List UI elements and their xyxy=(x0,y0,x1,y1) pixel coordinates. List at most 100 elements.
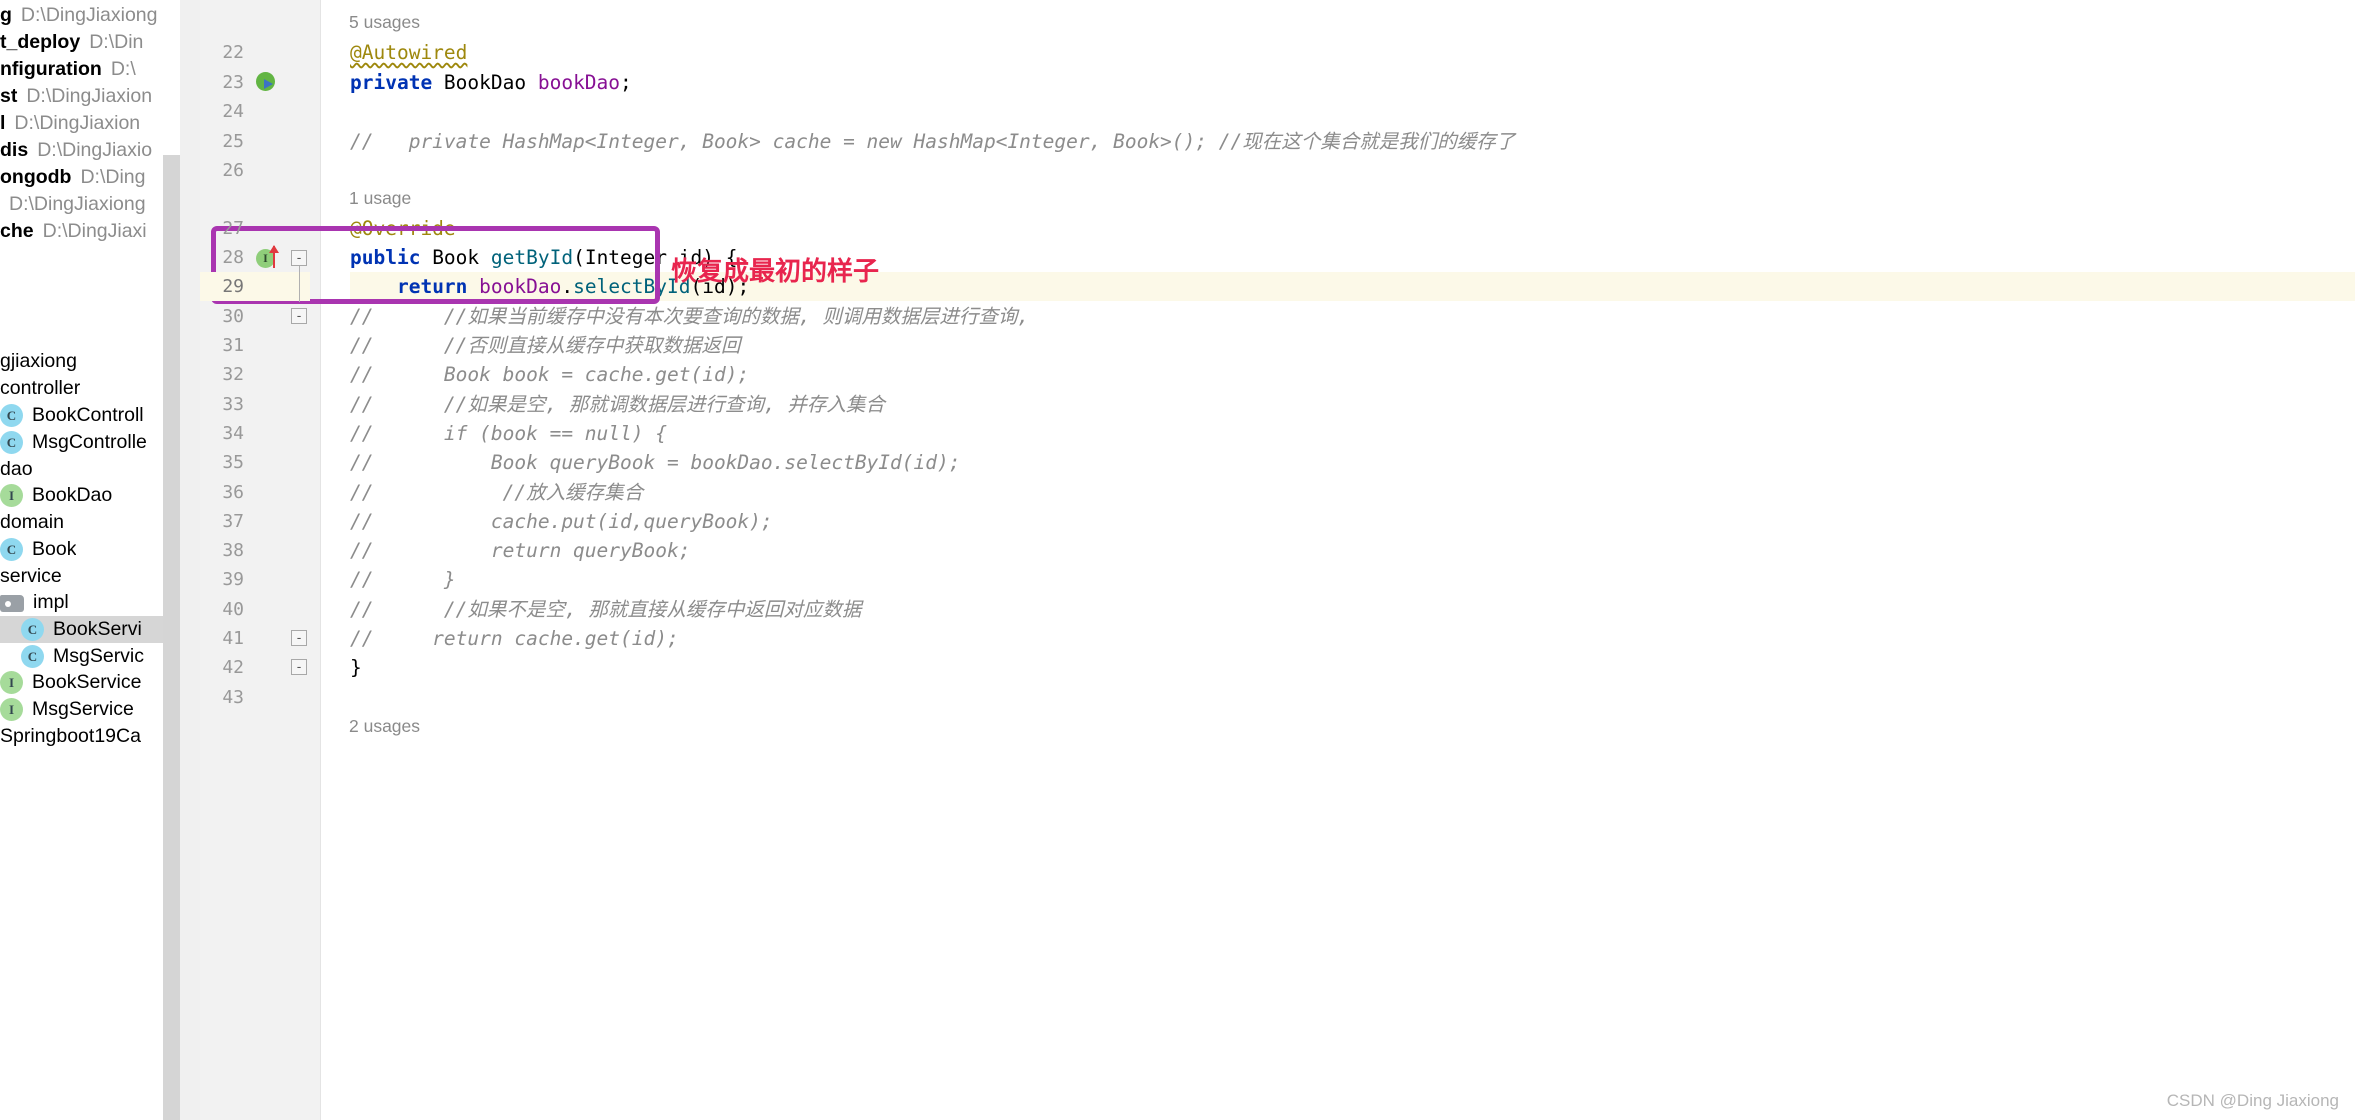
gutter-line[interactable]: 33 xyxy=(200,390,310,419)
line-number: 25 xyxy=(222,131,244,152)
code-line[interactable]: // return queryBook; xyxy=(350,536,690,565)
gutter-line[interactable]: 40 xyxy=(200,595,310,624)
interface-icon: I xyxy=(0,698,23,721)
sidebar-item[interactable]: C Book xyxy=(0,536,76,563)
interface-icon: I xyxy=(0,484,23,507)
line-number: 32 xyxy=(222,364,244,385)
sidebar-item-label: dao xyxy=(0,458,33,480)
code-line[interactable]: // //否则直接从缓存中获取数据返回 xyxy=(350,331,740,360)
sidebar-scrollbar[interactable] xyxy=(163,155,180,1120)
sidebar-item[interactable]: Springboot19Ca xyxy=(0,723,141,750)
code-line[interactable]: // Book queryBook = bookDao.selectById(i… xyxy=(350,448,960,477)
sidebar-item[interactable]: nfiguration D:\ xyxy=(0,56,136,83)
usage-hint[interactable]: 5 usages xyxy=(349,12,420,33)
code-token: @Override xyxy=(350,217,456,240)
run-to-cursor-icon[interactable] xyxy=(256,71,278,94)
gutter-line[interactable]: 43 xyxy=(200,683,310,712)
sidebar-item[interactable]: service xyxy=(0,563,62,590)
sidebar-item[interactable]: domain xyxy=(0,509,64,536)
code-token: // //如果是空, 那就调数据层进行查询, 并存入集合 xyxy=(350,393,885,416)
sidebar-item-label: domain xyxy=(0,511,64,533)
line-number: 26 xyxy=(222,160,244,181)
gutter-line[interactable]: 24 xyxy=(200,97,310,126)
code-line[interactable]: @Autowired xyxy=(350,38,467,67)
code-fold-marker[interactable]: - xyxy=(291,250,307,266)
usage-hint[interactable]: 1 usage xyxy=(349,188,411,209)
code-line[interactable]: // //如果不是空, 那就直接从缓存中返回对应数据 xyxy=(350,595,861,624)
code-token: public xyxy=(350,246,433,269)
sidebar-item[interactable]: l D:\DingJiaxion xyxy=(0,110,140,137)
code-line[interactable]: @Override xyxy=(350,214,456,243)
code-line[interactable]: // //如果当前缓存中没有本次要查询的数据, 则调用数据层进行查询, xyxy=(350,302,1029,331)
code-line[interactable]: // Book book = cache.get(id); xyxy=(350,360,749,389)
gutter-line[interactable]: 29 xyxy=(200,272,310,301)
gutter-line[interactable]: 34 xyxy=(200,419,310,448)
line-number: 23 xyxy=(222,72,244,93)
class-icon: C xyxy=(0,404,23,427)
sidebar-item[interactable]: I BookDao xyxy=(0,482,112,509)
gutter-line[interactable]: 38 xyxy=(200,536,310,565)
sidebar-item-path: D:\Din xyxy=(89,31,144,53)
red-annotation-text: 恢复成最初的样子 xyxy=(671,256,880,286)
project-sidebar[interactable]: g D:\DingJiaxiong t_deploy D:\Din nfiguratio… xyxy=(0,0,180,1120)
code-line[interactable]: return bookDao.selectById(id); xyxy=(350,272,2355,301)
gutter-line[interactable]: 23 xyxy=(200,68,310,97)
sidebar-item[interactable]: C MsgServic xyxy=(0,643,144,670)
gutter-line[interactable]: 31 xyxy=(200,331,310,360)
code-line[interactable]: // //如果是空, 那就调数据层进行查询, 并存入集合 xyxy=(350,390,885,419)
code-token: bookDao xyxy=(537,71,621,94)
code-editor[interactable]: @Autowired private BookDao bookDao; // pri… xyxy=(321,0,2355,1120)
code-line[interactable]: // return cache.get(id); xyxy=(350,624,679,653)
class-icon: C xyxy=(0,538,23,561)
implementing-method-icon[interactable]: I xyxy=(256,244,290,270)
code-fold-marker[interactable]: - xyxy=(291,308,307,324)
code-line[interactable]: // cache.put(id,queryBook); xyxy=(350,507,773,536)
sidebar-item[interactable]: controller xyxy=(0,375,80,402)
code-line[interactable]: // if (book == null) { xyxy=(350,419,667,448)
usage-hint[interactable]: 2 usages xyxy=(349,716,420,737)
gutter-line[interactable]: 39 xyxy=(200,565,310,594)
code-token: } xyxy=(350,656,362,679)
code-fold-marker[interactable]: - xyxy=(291,659,307,675)
code-token: BookDao xyxy=(443,71,538,94)
code-line[interactable]: private BookDao bookDao; xyxy=(350,68,632,97)
gutter-line[interactable]: 27 xyxy=(200,214,310,243)
gutter-line[interactable]: 36 xyxy=(200,478,310,507)
line-number: 22 xyxy=(222,42,244,63)
code-line[interactable]: } xyxy=(350,653,362,682)
sidebar-item-label: g xyxy=(0,4,12,26)
code-line[interactable]: // } xyxy=(350,565,456,594)
sidebar-item[interactable]: C BookControll xyxy=(0,402,144,429)
sidebar-item[interactable]: C BookServi xyxy=(0,616,180,643)
sidebar-item-label: ongodb xyxy=(0,166,72,188)
watermark-text: CSDN @Ding Jiaxiong xyxy=(2166,1091,2339,1110)
code-token: bookDao xyxy=(479,275,562,298)
sidebar-item[interactable]: I BookService xyxy=(0,669,141,696)
sidebar-item[interactable]: g D:\DingJiaxiong xyxy=(0,2,158,29)
code-line[interactable]: // //放入缓存集合 xyxy=(350,478,643,507)
gutter-line[interactable]: 35 xyxy=(200,448,310,477)
code-fold-marker[interactable]: - xyxy=(291,630,307,646)
sidebar-item[interactable]: ongodb D:\Ding xyxy=(0,164,146,191)
sidebar-item[interactable]: che D:\DingJiaxi xyxy=(0,218,147,245)
gutter-line[interactable]: 25 xyxy=(200,127,310,156)
gutter-line[interactable]: 37 xyxy=(200,507,310,536)
gutter-line[interactable]: 32 xyxy=(200,360,310,389)
sidebar-item[interactable]: I MsgService xyxy=(0,696,134,723)
line-number: 35 xyxy=(222,452,244,473)
sidebar-item[interactable]: dao xyxy=(0,456,33,483)
line-number: 33 xyxy=(222,394,244,415)
sidebar-item[interactable]: gjiaxiong xyxy=(0,348,77,375)
sidebar-item[interactable]: impl xyxy=(0,589,69,616)
sidebar-item[interactable]: dis D:\DingJiaxio xyxy=(0,137,152,164)
sidebar-item[interactable]: t_deploy D:\Din xyxy=(0,29,143,56)
sidebar-item-label: service xyxy=(0,565,62,587)
code-line[interactable]: // private HashMap<Integer, Book> cache … xyxy=(350,127,1515,156)
gutter-line[interactable]: 22 xyxy=(200,38,310,67)
line-number: 34 xyxy=(222,423,244,444)
gutter-line[interactable]: 26 xyxy=(200,156,310,185)
code-token: return xyxy=(396,275,480,298)
sidebar-item[interactable]: C MsgControlle xyxy=(0,429,147,456)
sidebar-item[interactable]: st D:\DingJiaxion xyxy=(0,83,152,110)
sidebar-item[interactable]: D:\DingJiaxiong xyxy=(0,191,146,218)
